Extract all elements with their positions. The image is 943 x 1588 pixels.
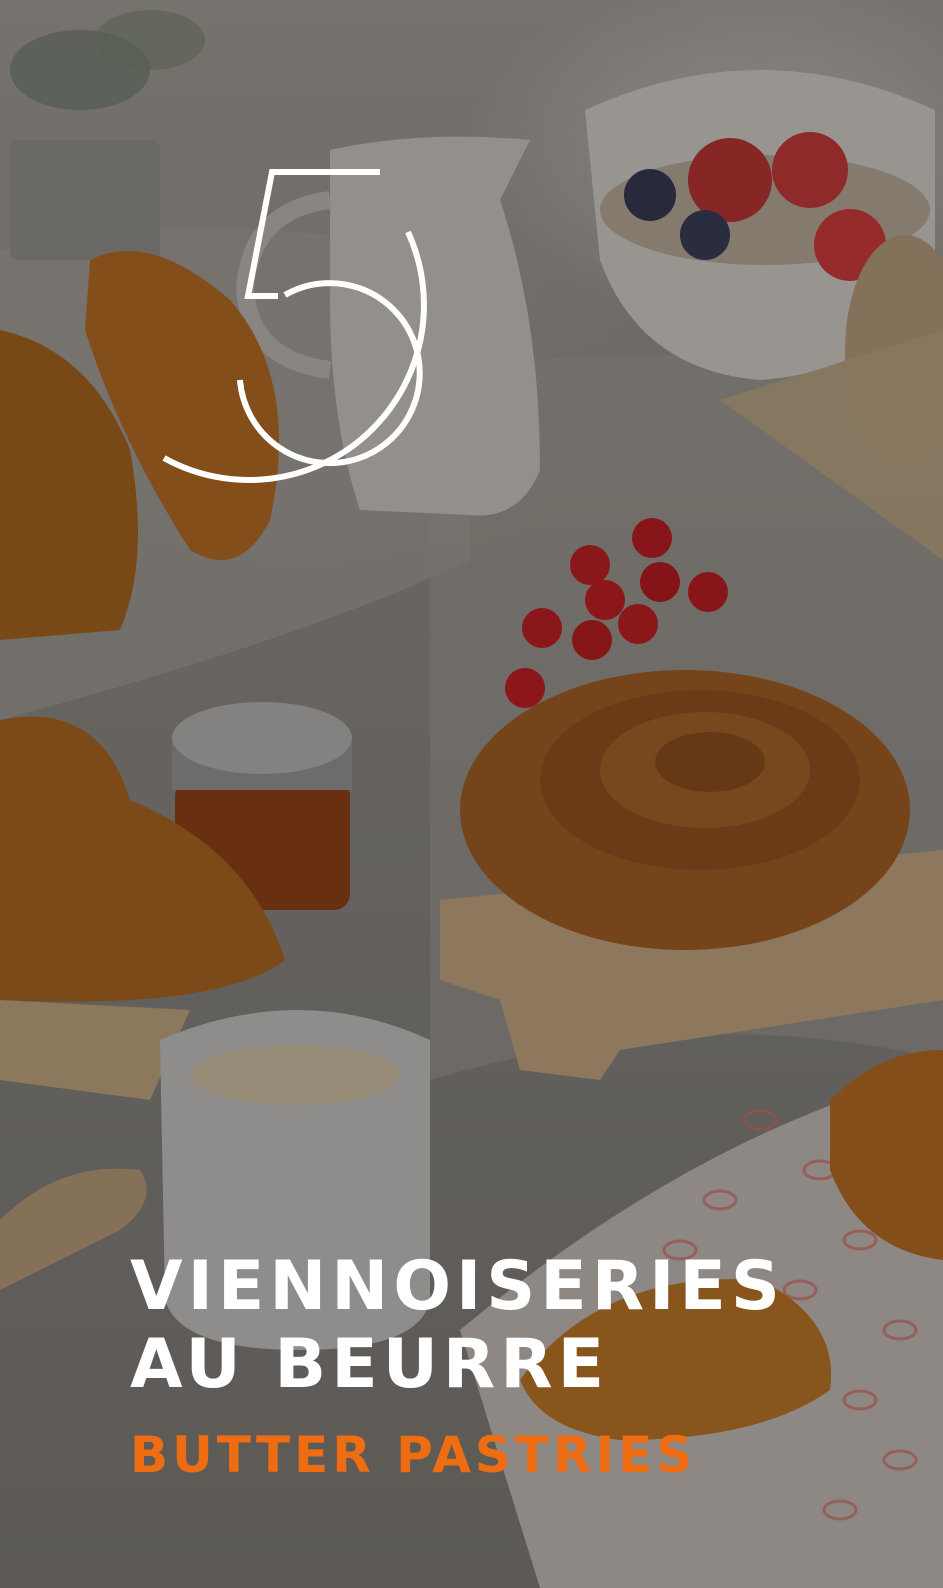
plant-pot bbox=[10, 140, 160, 260]
subtitle: BUTTER PASTRIES bbox=[130, 1426, 697, 1484]
title-block: VIENNOISERIES AU BEURRE BUTTER PASTRIES bbox=[130, 1247, 910, 1485]
wooden-spoon bbox=[0, 1168, 147, 1290]
title-line-1: VIENNOISERIES bbox=[130, 1247, 785, 1326]
pastries-poster: 5 VIENNOISERIES AU BEURRE BUTTER PASTRIE… bbox=[0, 0, 943, 1588]
title-line-2: AU BEURRE bbox=[130, 1325, 610, 1404]
number-five-mark: 5 bbox=[162, 169, 427, 484]
